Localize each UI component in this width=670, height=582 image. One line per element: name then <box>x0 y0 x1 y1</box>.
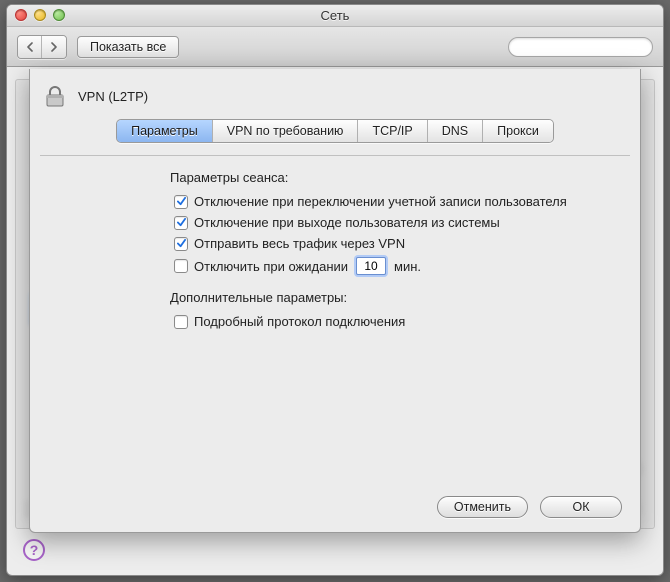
sheet-header: VPN (L2TP) <box>30 69 640 119</box>
advanced-heading: Дополнительные параметры: <box>170 290 616 305</box>
checkbox-disconnect-idle[interactable] <box>174 259 188 273</box>
tab-tcpip[interactable]: TCP/IP <box>358 120 427 142</box>
back-button[interactable] <box>18 36 42 58</box>
lock-icon <box>42 83 68 109</box>
checkbox-disconnect-on-logout[interactable] <box>174 216 188 230</box>
checkbox-verbose-log[interactable] <box>174 315 188 329</box>
help-button[interactable]: ? <box>23 539 45 561</box>
zoom-window-button[interactable] <box>53 9 65 21</box>
search-input[interactable] <box>508 37 653 57</box>
ok-button[interactable]: ОК <box>540 496 622 518</box>
session-options-section: Параметры сеанса: Отключение при переклю… <box>30 156 640 284</box>
close-window-button[interactable] <box>15 9 27 21</box>
window-controls <box>15 9 65 21</box>
tab-options[interactable]: Параметры <box>117 120 213 142</box>
tab-vpn-on-demand[interactable]: VPN по требованию <box>213 120 359 142</box>
checkbox-send-all-traffic[interactable] <box>174 237 188 251</box>
toolbar: Показать все <box>7 27 663 67</box>
tab-dns[interactable]: DNS <box>428 120 483 142</box>
window-title: Сеть <box>321 8 350 23</box>
advanced-sheet: VPN (L2TP) Параметры VPN по требованию T… <box>29 69 641 533</box>
cancel-button[interactable]: Отменить <box>437 496 528 518</box>
tab-proxy[interactable]: Прокси <box>483 120 553 142</box>
label-disconnect-idle-prefix: Отключить при ожидании <box>194 259 348 274</box>
advanced-options-section: Дополнительные параметры: Подробный прот… <box>30 284 640 338</box>
nav-segment <box>17 35 67 59</box>
checkbox-disconnect-on-switch[interactable] <box>174 195 188 209</box>
label-verbose-log: Подробный протокол подключения <box>194 314 405 329</box>
session-heading: Параметры сеанса: <box>170 170 616 185</box>
minimize-window-button[interactable] <box>34 9 46 21</box>
forward-button[interactable] <box>42 36 66 58</box>
chevron-left-icon <box>26 42 34 52</box>
label-send-all-traffic: Отправить весь трафик через VPN <box>194 236 405 251</box>
idle-minutes-field[interactable] <box>356 257 386 275</box>
chevron-right-icon <box>50 42 58 52</box>
label-disconnect-on-switch: Отключение при переключении учетной запи… <box>194 194 567 209</box>
titlebar: Сеть <box>7 5 663 27</box>
label-disconnect-on-logout: Отключение при выходе пользователя из си… <box>194 215 500 230</box>
tab-bar: Параметры VPN по требованию TCP/IP DNS П… <box>30 119 640 143</box>
preferences-window: Сеть Показать все ? <box>6 4 664 576</box>
label-disconnect-idle-suffix: мин. <box>394 259 421 274</box>
show-all-button[interactable]: Показать все <box>77 36 179 58</box>
sheet-footer: Отменить ОК <box>437 496 622 518</box>
sheet-title: VPN (L2TP) <box>78 89 148 104</box>
